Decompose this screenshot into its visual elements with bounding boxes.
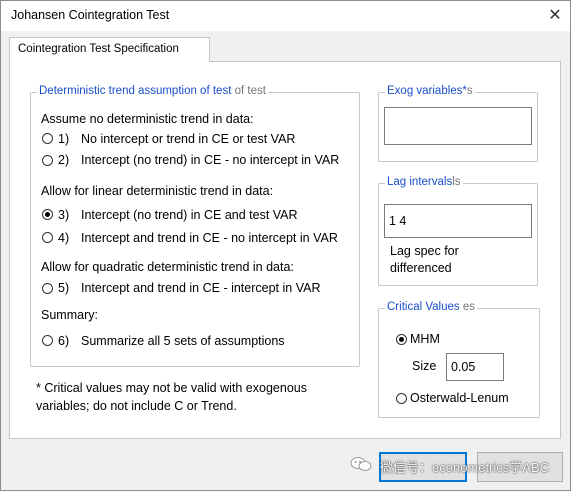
- option-3-num: 3): [58, 208, 70, 222]
- option-1-label[interactable]: No intercept or trend in CE or test VAR: [81, 132, 295, 146]
- radio-mhm[interactable]: [396, 334, 407, 345]
- radio-option-6[interactable]: [42, 335, 53, 346]
- lag-spec-label-line1: Lag spec for: [390, 244, 459, 258]
- exog-group-legend: Exog variables*s: [385, 85, 475, 97]
- osterwald-lenum-label[interactable]: Osterwald-Lenum: [410, 391, 509, 405]
- radio-option-4[interactable]: [42, 232, 53, 243]
- mhm-label[interactable]: MHM: [410, 332, 440, 346]
- window-title: Johansen Cointegration Test: [11, 8, 170, 22]
- option-2-num: 2): [58, 153, 70, 167]
- size-label: Size: [412, 359, 437, 373]
- option-6-num: 6): [58, 334, 70, 348]
- radio-option-3[interactable]: [42, 209, 53, 220]
- section-header-summary: Summary:: [41, 308, 98, 322]
- critical-group-legend: Critical Values es: [385, 301, 478, 313]
- tab-page: Deterministic trend assumption of test o…: [9, 61, 561, 439]
- radio-osterwald-lenum[interactable]: [396, 393, 407, 404]
- radio-option-5[interactable]: [42, 283, 53, 294]
- close-icon[interactable]: ✕: [541, 3, 569, 29]
- option-5-label[interactable]: Intercept and trend in CE - intercept in…: [81, 281, 320, 295]
- option-4-num: 4): [58, 231, 70, 245]
- option-1-num: 1): [58, 132, 70, 146]
- title-bar: Johansen Cointegration Test ✕: [1, 1, 570, 31]
- option-6-label[interactable]: Summarize all 5 sets of assumptions: [81, 334, 285, 348]
- tab-cointegration-spec[interactable]: Cointegration Test Specification: [9, 37, 210, 62]
- tab-label: Cointegration Test Specification: [18, 43, 179, 55]
- wechat-icon: [350, 457, 372, 471]
- lag-spec-label-line2: differenced: [390, 261, 452, 275]
- option-5-num: 5): [58, 281, 70, 295]
- watermark-text: 微信号：econometrics学ABC: [380, 460, 550, 475]
- exog-variables-input[interactable]: [384, 107, 532, 145]
- option-2-label[interactable]: Intercept (no trend) in CE - no intercep…: [81, 153, 339, 167]
- size-input[interactable]: [446, 353, 504, 381]
- radio-option-2[interactable]: [42, 155, 53, 166]
- radio-option-1[interactable]: [42, 133, 53, 144]
- section-header-linear-trend: Allow for linear deterministic trend in …: [41, 184, 274, 198]
- section-header-quadratic-trend: Allow for quadratic deterministic trend …: [41, 260, 294, 274]
- critical-values-note-line2: variables; do not include C or Trend.: [36, 399, 237, 413]
- trend-group-legend: Deterministic trend assumption of test o…: [37, 85, 268, 97]
- dialog-window: Johansen Cointegration Test ✕ Cointegrat…: [0, 0, 571, 491]
- option-4-label[interactable]: Intercept and trend in CE - no intercept…: [81, 231, 338, 245]
- option-3-label[interactable]: Intercept (no trend) in CE and test VAR: [81, 208, 298, 222]
- section-header-no-trend: Assume no deterministic trend in data:: [41, 112, 254, 126]
- critical-values-note-line1: * Critical values may not be valid with …: [36, 381, 307, 395]
- lag-intervals-input[interactable]: [384, 204, 532, 238]
- lag-group-legend: Lag intervalsls: [385, 176, 463, 188]
